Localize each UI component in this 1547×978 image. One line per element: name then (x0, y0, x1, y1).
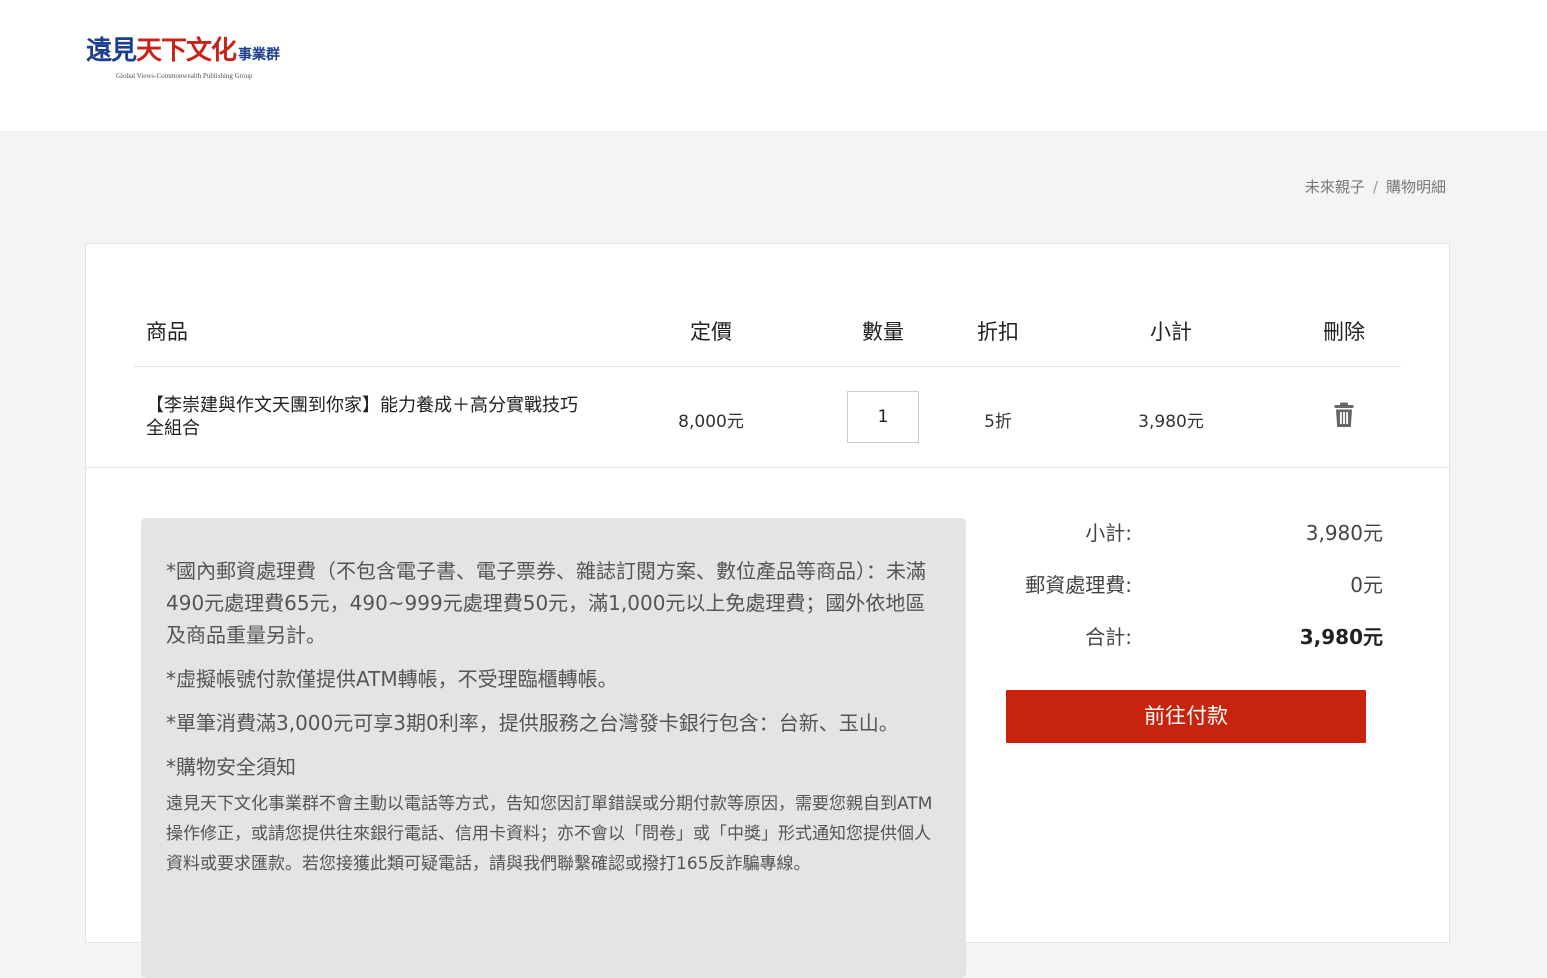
header-divider (134, 366, 1401, 367)
notice-security-title: *購物安全須知 (166, 755, 296, 779)
summary-shipping-value: 0元 (1350, 573, 1383, 597)
product-discount: 5折 (984, 412, 1012, 432)
header-delete: 刪除 (1323, 320, 1365, 344)
logo-text-main: 遠見 (86, 36, 137, 66)
product-price: 8,000元 (678, 412, 744, 432)
header-list-price: 定價 (690, 320, 732, 344)
header-product: 商品 (146, 320, 188, 344)
notice-panel: *國內郵資處理費（不包含電子書、電子票券、雜誌訂閱方案、數位產品等商品）：未滿4… (141, 518, 966, 978)
logo-subtitle: Global Views-Commonwealth Publishing Gro… (116, 72, 253, 80)
notice-virtual-account: *虛擬帳號付款僅提供ATM轉帳，不受理臨櫃轉帳。 (166, 667, 618, 691)
product-subtotal: 3,980元 (1138, 412, 1204, 432)
header-discount: 折扣 (977, 320, 1019, 344)
logo-text-red: 天下文化 (136, 36, 237, 66)
trash-icon[interactable] (1334, 402, 1354, 428)
summary-total-value: 3,980元 (1299, 625, 1383, 649)
breadcrumb: 未來親子 / 購物明細 (1305, 176, 1446, 197)
header-subtotal: 小計 (1150, 320, 1192, 344)
header-quantity: 數量 (862, 320, 904, 344)
product-name[interactable]: 【李崇建與作文天團到你家】能力養成＋高分實戰技巧全組合 (146, 394, 586, 440)
breadcrumb-item-current: 購物明細 (1385, 178, 1446, 196)
summary-subtotal-label: 小計: (1085, 521, 1132, 545)
logo-wordmark: 遠見天下文化 事業群 (86, 34, 280, 72)
summary-shipping-label: 郵資處理費: (1025, 573, 1132, 597)
checkout-button[interactable]: 前往付款 (1006, 690, 1366, 743)
notice-shipping-fee: *國內郵資處理費（不包含電子書、電子票券、雜誌訂閱方案、數位產品等商品）：未滿4… (166, 559, 926, 647)
notice-security-body: 遠見天下文化事業群不會主動以電話等方式，告知您因訂單錯誤或分期付款等原因，需要您… (166, 794, 933, 874)
summary-total-label: 合計: (1085, 625, 1132, 649)
site-logo[interactable]: 遠見天下文化 事業群 Global Views-Commonwealth Publ… (86, 34, 280, 82)
section-divider (86, 467, 1449, 468)
quantity-input[interactable]: 1 (847, 391, 919, 443)
logo-text-small: 事業群 (238, 47, 281, 63)
breadcrumb-item-parent[interactable]: 未來親子 (1305, 178, 1365, 196)
breadcrumb-separator: / (1372, 178, 1378, 196)
notice-installment: *單筆消費滿3,000元可享3期0利率，提供服務之台灣發卡銀行包含：台新、玉山。 (166, 711, 899, 735)
site-header: 遠見天下文化 事業群 Global Views-Commonwealth Publ… (0, 0, 1547, 131)
summary-subtotal-value: 3,980元 (1305, 521, 1383, 545)
cart-card: 商品 定價 數量 折扣 小計 刪除 【李崇建與作文天團到你家】能力養成＋高分實戰… (85, 243, 1450, 978)
